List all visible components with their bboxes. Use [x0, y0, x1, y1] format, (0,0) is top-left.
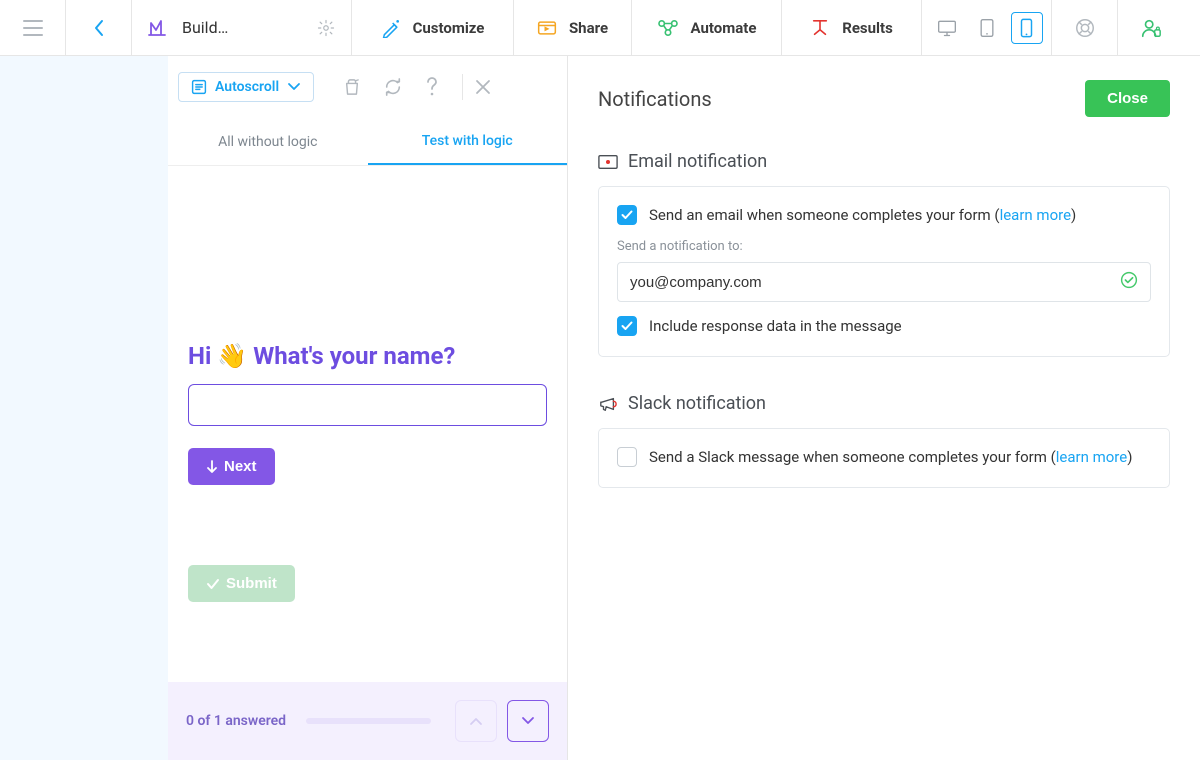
send-email-row: Send an email when someone completes you… — [617, 205, 1151, 225]
form-preview: Hi 👋 What's your name? Next Submit — [168, 166, 567, 682]
preview-column: Autoscroll All without logi — [168, 56, 568, 760]
hamburger-icon — [23, 20, 43, 36]
lifebuoy-icon — [1074, 17, 1096, 39]
left-gutter — [0, 56, 168, 760]
email-section-title: Email notification — [628, 151, 767, 172]
send-email-label-post: ) — [1071, 206, 1076, 224]
tab-build[interactable]: Build… — [132, 0, 352, 55]
send-slack-row: Send a Slack message when someone comple… — [617, 447, 1151, 467]
send-email-label: Send an email when someone completes you… — [649, 206, 1076, 224]
send-slack-label: Send a Slack message when someone comple… — [649, 448, 1132, 466]
question-suffix: What's your name? — [253, 342, 455, 370]
chevron-down-icon — [287, 82, 301, 92]
tab-all-without-logic[interactable]: All without logic — [168, 118, 368, 165]
slack-section-title: Slack notification — [628, 393, 766, 414]
tab-customize[interactable]: Customize — [352, 0, 514, 55]
check-icon — [206, 578, 220, 590]
question-prefix: Hi — [188, 342, 211, 370]
help-button[interactable] — [1052, 0, 1118, 55]
build-label: Build… — [182, 18, 228, 37]
close-button[interactable]: Close — [1085, 80, 1170, 117]
automate-icon — [657, 19, 679, 37]
send-email-label-pre: Send an email when someone completes you… — [649, 206, 1000, 224]
top-bar: Build… Customize Share Automate Results — [0, 0, 1200, 56]
submit-label: Submit — [226, 575, 277, 592]
autoscroll-button[interactable]: Autoscroll — [178, 72, 314, 102]
slack-learn-more-link[interactable]: learn more — [1056, 448, 1127, 466]
back-button[interactable] — [66, 0, 132, 55]
megaphone-icon — [598, 395, 618, 413]
autoscroll-label: Autoscroll — [215, 79, 279, 95]
customize-label: Customize — [413, 19, 485, 37]
email-icon — [598, 154, 618, 170]
customize-icon — [381, 18, 401, 38]
gear-icon[interactable] — [317, 19, 335, 37]
share-icon — [537, 19, 557, 37]
preview-tabs: All without logic Test with logic — [168, 118, 567, 166]
chevron-up-icon — [469, 716, 483, 726]
arrow-down-icon — [206, 460, 218, 474]
chevron-left-icon — [93, 19, 105, 37]
valid-icon — [1120, 271, 1138, 293]
prev-question-button — [455, 700, 497, 742]
send-slack-label-post: ) — [1127, 448, 1132, 466]
email-panel: Send an email when someone completes you… — [598, 186, 1170, 357]
settings-header: Notifications Close — [598, 80, 1170, 117]
automate-label: Automate — [691, 19, 757, 37]
device-desktop-button[interactable] — [931, 12, 963, 44]
send-to-label: Send a notification to: — [617, 239, 1151, 254]
device-mobile-button[interactable] — [1011, 12, 1043, 44]
question-text: Hi 👋 What's your name? — [188, 342, 547, 370]
wave-icon: 👋 — [217, 342, 247, 370]
send-slack-checkbox[interactable] — [617, 447, 637, 467]
send-slack-label-pre: Send a Slack message when someone comple… — [649, 448, 1056, 466]
submit-button: Submit — [188, 565, 295, 602]
preview-toolbar: Autoscroll — [168, 56, 567, 118]
build-icon — [148, 18, 168, 38]
refresh-icon[interactable] — [384, 78, 402, 96]
account-button[interactable] — [1118, 0, 1184, 55]
answered-count: 0 of 1 answered — [186, 713, 286, 729]
answer-input[interactable] — [188, 384, 547, 426]
preview-footer: 0 of 1 answered — [168, 682, 567, 760]
tab-test-with-logic-label: Test with logic — [422, 133, 513, 149]
next-label: Next — [224, 458, 257, 475]
menu-button[interactable] — [0, 0, 66, 55]
learn-more-link[interactable]: learn more — [1000, 206, 1071, 224]
tab-all-without-logic-label: All without logic — [218, 134, 317, 150]
device-switcher — [922, 0, 1052, 55]
divider — [462, 74, 463, 100]
results-label: Results — [842, 19, 893, 37]
tab-test-with-logic[interactable]: Test with logic — [368, 118, 568, 165]
question-icon[interactable] — [426, 77, 440, 97]
clear-responses-icon[interactable] — [344, 78, 360, 96]
next-question-button[interactable] — [507, 700, 549, 742]
include-response-label: Include response data in the message — [649, 317, 902, 335]
notification-email-input[interactable] — [630, 274, 1120, 291]
body: Autoscroll All without logi — [0, 56, 1200, 760]
chevron-down-icon — [521, 716, 535, 726]
settings-title: Notifications — [598, 87, 712, 111]
tab-automate[interactable]: Automate — [632, 0, 782, 55]
progress-bar — [306, 718, 431, 724]
tab-results[interactable]: Results — [782, 0, 922, 55]
device-tablet-button[interactable] — [971, 12, 1003, 44]
share-label: Share — [569, 19, 608, 37]
email-input-wrap — [617, 262, 1151, 302]
results-icon — [810, 19, 830, 37]
close-preview-button[interactable] — [475, 79, 491, 95]
autoscroll-icon — [191, 79, 207, 95]
include-response-checkbox[interactable] — [617, 316, 637, 336]
slack-section-header: Slack notification — [598, 393, 1170, 414]
slack-panel: Send a Slack message when someone comple… — [598, 428, 1170, 488]
send-email-checkbox[interactable] — [617, 205, 637, 225]
next-button[interactable]: Next — [188, 448, 275, 485]
user-icon — [1140, 17, 1162, 39]
include-response-row: Include response data in the message — [617, 316, 1151, 336]
settings-panel: Notifications Close Email notification S… — [568, 56, 1200, 760]
tab-share[interactable]: Share — [514, 0, 632, 55]
email-section-header: Email notification — [598, 151, 1170, 172]
